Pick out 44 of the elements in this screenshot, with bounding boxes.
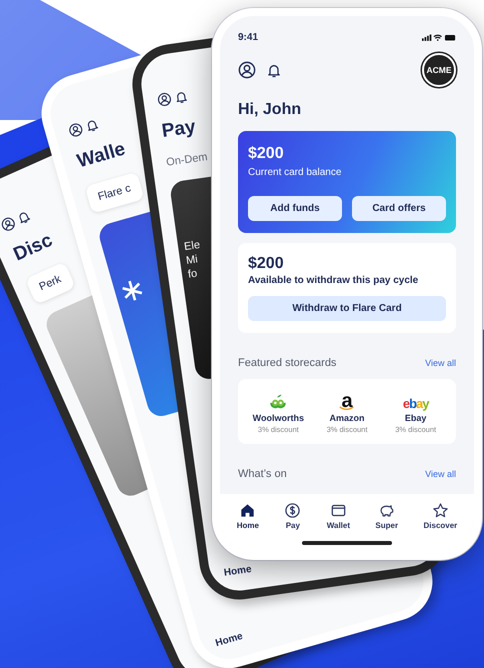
user-icon[interactable] [67, 121, 84, 139]
status-time: 9:41 [238, 32, 258, 43]
status-icons [422, 33, 456, 42]
user-icon[interactable] [0, 214, 18, 234]
section-title: Featured storecards [238, 357, 336, 369]
nav-tab[interactable]: Wallet [324, 502, 352, 530]
section-title: What’s on [238, 468, 287, 480]
card-text: Ele [183, 238, 201, 254]
nav-tab[interactable]: Discover [422, 502, 460, 530]
subtitle: On-Dem [165, 151, 208, 169]
filter-chip[interactable]: Flare c [84, 172, 144, 214]
home-icon [239, 502, 256, 519]
screen-title: Pay [160, 116, 197, 143]
card-action-button[interactable]: Add funds [248, 196, 342, 221]
card-text: fo [187, 268, 198, 281]
wallet-icon [330, 502, 347, 519]
card-text: Mi [185, 253, 198, 267]
nav-label[interactable]: Home [214, 630, 244, 650]
balance-amount: $200 [248, 145, 285, 163]
withdraw-button[interactable]: Withdraw to Flare Card [248, 296, 446, 321]
store-name[interactable]: Ebay [404, 413, 426, 423]
star-icon [432, 502, 449, 519]
view-all-link[interactable]: View all [425, 358, 456, 368]
user-icon[interactable] [238, 61, 256, 79]
nav-tab[interactable]: Home [234, 502, 261, 530]
store-name[interactable]: Amazon [330, 413, 365, 423]
view-all-link[interactable]: View all [425, 469, 456, 479]
user-icon[interactable] [156, 92, 172, 108]
dollar-coin-icon [284, 502, 302, 519]
amazon-logo: a [339, 393, 355, 411]
nav-label[interactable]: Home [223, 564, 252, 579]
ebay-logo: ebay [402, 396, 428, 411]
nav-tab[interactable]: Super [373, 502, 400, 530]
greeting: Hi, John [237, 100, 302, 119]
filter-chip[interactable]: Perk [25, 262, 76, 305]
company-logo: ACME [422, 53, 456, 87]
woolworths-logo-icon [269, 393, 288, 411]
card-action-button[interactable]: Card offers [352, 196, 446, 221]
balance-label: Current card balance [248, 167, 342, 178]
nav-tab[interactable]: Pay [282, 502, 304, 530]
withdraw-label: Available to withdraw this pay cycle [248, 275, 420, 286]
store-name[interactable]: Woolworths [252, 413, 304, 423]
screen-title: Walle [74, 138, 128, 174]
withdraw-amount: $200 [248, 255, 285, 273]
